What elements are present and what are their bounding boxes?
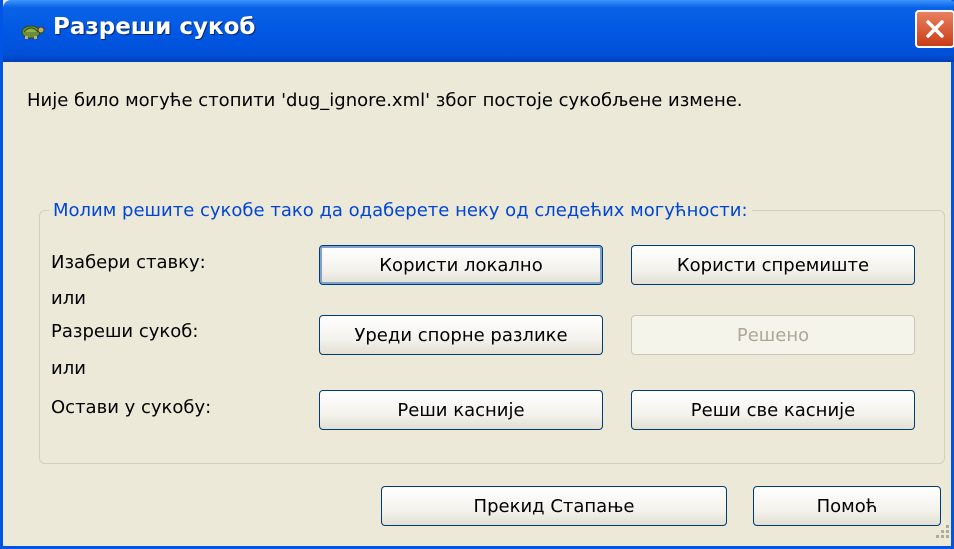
edit-conflicts-button[interactable]: Уреди спорне разлике [319,315,603,355]
resolve-all-later-button[interactable]: Реши све касније [631,390,915,430]
use-local-button[interactable]: Користи локално [319,245,603,285]
conflict-message: Није било могуће стопити 'dug_ignore.xml… [27,90,743,111]
abort-merge-button[interactable]: Прекид Стапање [381,486,727,526]
choose-item-label: Изабери ставку: [51,252,206,273]
use-repository-button[interactable]: Користи спремиште [631,245,915,285]
resolve-conflict-label: Разреши сукоб: [51,321,199,342]
resolve-later-button[interactable]: Реши касније [319,390,603,430]
title-bar[interactable]: Разреши сукоб [3,0,954,62]
leave-in-conflict-label: Остави у сукобу: [51,397,212,418]
resolve-conflict-dialog: Разреши сукоб Није било могуће стопити '… [0,0,954,549]
tortoise-icon [19,20,45,40]
or-separator: или [51,358,86,379]
window-title: Разреши сукоб [53,14,256,40]
options-group-legend: Молим решите сукобе тако да одаберете не… [49,200,752,221]
or-separator: или [51,288,86,309]
close-button[interactable] [915,10,954,48]
resolved-button: Решено [631,315,915,355]
help-button[interactable]: Помоћ [753,486,941,526]
close-icon [926,20,944,38]
resize-grip-icon[interactable] [933,522,951,540]
